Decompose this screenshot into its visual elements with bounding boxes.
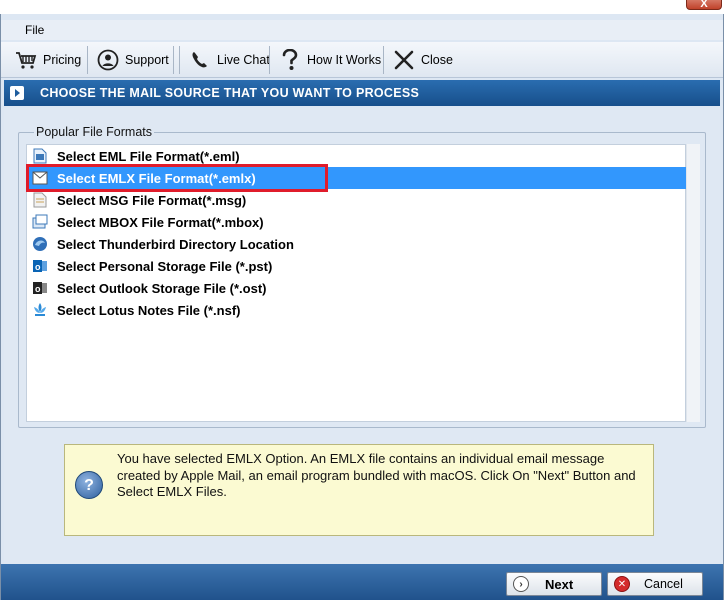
- outlook-pst-icon: o: [31, 257, 49, 275]
- arrow-right-icon: ›: [513, 576, 529, 592]
- live-chat-label: Live Chat: [217, 53, 270, 67]
- question-mark-icon: [279, 49, 301, 71]
- toolbar-separator: [269, 46, 270, 74]
- pricing-button[interactable]: Pricing: [11, 46, 85, 74]
- arrow-right-icon: [4, 82, 30, 104]
- toolbar-separator: [87, 46, 88, 74]
- menu-file[interactable]: File: [25, 23, 44, 37]
- support-icon: [97, 49, 119, 71]
- next-button[interactable]: › Next: [506, 572, 602, 596]
- menu-bar: File: [1, 20, 723, 40]
- list-item-msg[interactable]: Select MSG File Format(*.msg): [27, 189, 687, 211]
- list-item-pst[interactable]: o Select Personal Storage File (*.pst): [27, 255, 687, 277]
- toolbar: Pricing Support Live Chat How It Works C…: [1, 42, 723, 78]
- cancel-label: Cancel: [644, 577, 683, 591]
- live-chat-button[interactable]: Live Chat: [185, 46, 274, 74]
- window-close-button[interactable]: X: [686, 0, 722, 10]
- msg-file-icon: [31, 191, 49, 209]
- help-icon: ?: [75, 471, 103, 499]
- list-item-label: Select EMLX File Format(*.emlx): [57, 170, 256, 186]
- svg-text:o: o: [35, 262, 41, 272]
- cart-icon: [15, 49, 37, 71]
- list-item-thunderbird[interactable]: Select Thunderbird Directory Location: [27, 233, 687, 255]
- file-formats-group-title: Popular File Formats: [34, 125, 155, 139]
- outlook-ost-icon: o: [31, 279, 49, 297]
- emlx-file-icon: [31, 169, 49, 187]
- list-item-label: Select Lotus Notes File (*.nsf): [57, 302, 241, 318]
- close-icon: [393, 49, 415, 71]
- list-item-label: Select MBOX File Format(*.mbox): [57, 214, 264, 230]
- how-it-works-label: How It Works: [307, 53, 382, 67]
- list-item-label: Select Thunderbird Directory Location: [57, 236, 294, 252]
- list-item-emlx[interactable]: Select EMLX File Format(*.emlx): [27, 167, 687, 189]
- info-text: You have selected EMLX Option. An EMLX f…: [117, 451, 636, 499]
- list-item-mbox[interactable]: Select MBOX File Format(*.mbox): [27, 211, 687, 233]
- toolbar-separator: [173, 46, 174, 74]
- list-item-label: Select Personal Storage File (*.pst): [57, 258, 273, 274]
- section-header: CHOOSE THE MAIL SOURCE THAT YOU WANT TO …: [4, 80, 720, 106]
- support-button[interactable]: Support: [93, 46, 173, 74]
- phone-icon: [189, 49, 211, 71]
- list-item-label: Select EML File Format(*.eml): [57, 148, 240, 164]
- svg-text:o: o: [35, 284, 41, 294]
- window-title-strip: [0, 0, 724, 14]
- list-scrollbar-track[interactable]: [686, 144, 700, 422]
- close-label: Close: [421, 53, 453, 67]
- thunderbird-icon: [31, 235, 49, 253]
- toolbar-separator: [179, 46, 180, 74]
- list-item-label: Select Outlook Storage File (*.ost): [57, 280, 267, 296]
- info-box: ? You have selected EMLX Option. An EMLX…: [64, 444, 654, 536]
- cancel-button[interactable]: ✕ Cancel: [607, 572, 703, 596]
- eml-file-icon: [31, 147, 49, 165]
- file-format-list[interactable]: Select EML File Format(*.eml) Select EML…: [26, 144, 687, 422]
- cancel-icon: ✕: [614, 576, 630, 592]
- lotus-notes-icon: [31, 301, 49, 319]
- list-item-label: Select MSG File Format(*.msg): [57, 192, 247, 208]
- mbox-file-icon: [31, 213, 49, 231]
- support-label: Support: [125, 53, 169, 67]
- section-header-title: CHOOSE THE MAIL SOURCE THAT YOU WANT TO …: [40, 86, 420, 100]
- toolbar-separator: [383, 46, 384, 74]
- list-item-nsf[interactable]: Select Lotus Notes File (*.nsf): [27, 299, 687, 321]
- list-item-ost[interactable]: o Select Outlook Storage File (*.ost): [27, 277, 687, 299]
- how-it-works-button[interactable]: How It Works: [275, 46, 385, 74]
- close-button[interactable]: Close: [389, 46, 457, 74]
- list-item-eml[interactable]: Select EML File Format(*.eml): [27, 145, 687, 167]
- next-label: Next: [545, 576, 574, 592]
- pricing-label: Pricing: [43, 53, 82, 67]
